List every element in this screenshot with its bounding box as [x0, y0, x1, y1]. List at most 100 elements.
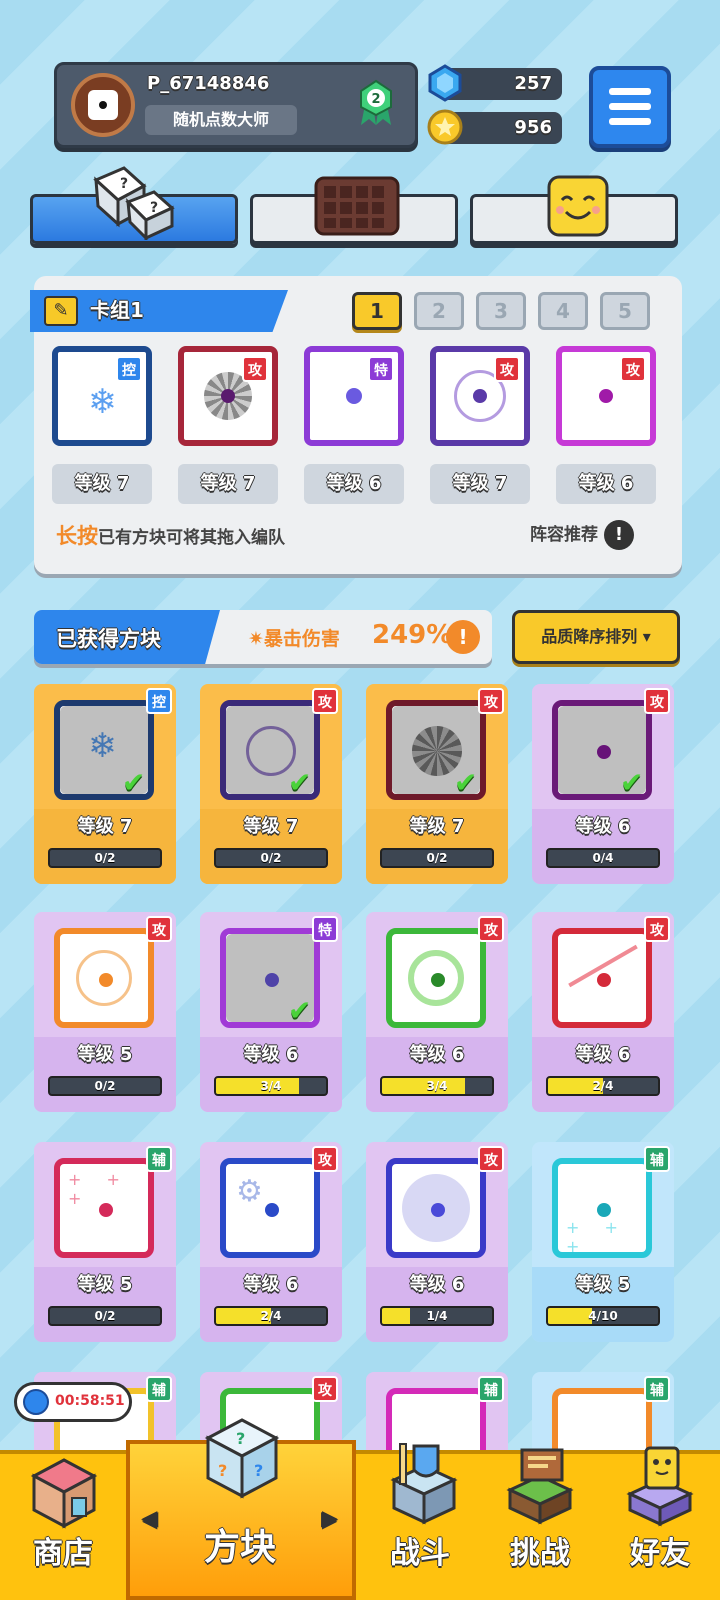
- block-face: + + +: [552, 1158, 652, 1258]
- deck-slot-4[interactable]: 4: [538, 292, 588, 330]
- pip: [473, 389, 487, 403]
- profile-panel[interactable]: P_67148846 随机点数大师 2: [54, 62, 418, 148]
- deck-slot-5[interactable]: 5: [600, 292, 650, 330]
- block-face: ⚙: [220, 1158, 320, 1258]
- progress-text: 0/2: [426, 851, 448, 865]
- recommend-button[interactable]: 阵容推荐 !: [530, 520, 634, 550]
- gem-icon: [428, 64, 462, 102]
- block-card[interactable]: 攻 等级 6 1/4: [366, 1142, 508, 1342]
- deck-slot-3[interactable]: 3: [476, 292, 526, 330]
- attack-tag: 攻: [242, 356, 268, 382]
- progress-text: 3/4: [260, 1079, 282, 1093]
- deck-slot-2[interactable]: 2: [414, 292, 464, 330]
- menu-icon: [609, 88, 651, 95]
- sort-button[interactable]: 品质降序排列 ▾: [512, 610, 680, 664]
- gems-value: 257: [514, 73, 552, 94]
- pip: [431, 1203, 445, 1217]
- block-card[interactable]: + + + 辅 等级 5 0/2: [34, 1142, 176, 1342]
- block-card[interactable]: 攻 等级 6 3/4: [366, 912, 508, 1112]
- deck-card-5[interactable]: 攻: [556, 346, 656, 446]
- upgrade-progress: 0/2: [48, 848, 162, 868]
- nav-challenge-label: 挑战: [510, 1536, 570, 1571]
- block-card[interactable]: ✔ 特 等级 6 3/4: [200, 912, 342, 1112]
- block-card[interactable]: ❄ ✔ 控 等级 7 0/2: [34, 684, 176, 884]
- deck-card-3[interactable]: 特: [304, 346, 404, 446]
- plus-pattern-icon: + + +: [566, 1218, 628, 1256]
- upgrade-progress: 3/4: [380, 1076, 494, 1096]
- support-tag: 辅: [644, 1146, 670, 1172]
- attack-tag: 攻: [478, 688, 504, 714]
- shop-icon: [30, 1458, 98, 1529]
- progress-text: 3/4: [426, 1079, 448, 1093]
- coin-icon: [427, 109, 463, 145]
- menu-button[interactable]: [589, 66, 671, 148]
- deck-card-2-level: 等级 7: [178, 464, 278, 504]
- nav-next-arrow[interactable]: ▶: [322, 1506, 337, 1530]
- block-card[interactable]: ✔ 攻 等级 7 0/2: [200, 684, 342, 884]
- equipped-check-icon: ✔: [454, 766, 478, 799]
- progress-text: 0/2: [260, 851, 282, 865]
- deck-slot-1[interactable]: 1: [352, 292, 402, 330]
- attack-tag: 攻: [494, 356, 520, 382]
- nav-friends[interactable]: 好友: [600, 1440, 720, 1590]
- block-card[interactable]: 攻 等级 5 0/2: [34, 912, 176, 1112]
- nav-blocks[interactable]: ? ? ? 方块: [150, 1418, 330, 1590]
- special-tag: 特: [312, 916, 338, 942]
- progress-text: 2/4: [592, 1079, 614, 1093]
- deck-card-2[interactable]: 攻: [178, 346, 278, 446]
- deck-card-4-level: 等级 7: [430, 464, 530, 504]
- hint-key: 长按: [56, 524, 98, 548]
- coins-counter[interactable]: 956: [427, 109, 562, 145]
- deck-name: 卡组1: [90, 298, 144, 322]
- attack-tag: 攻: [312, 688, 338, 714]
- gems-counter[interactable]: 257: [428, 64, 562, 102]
- crit-label: ✷暴击伤害: [248, 628, 340, 650]
- nav-challenge[interactable]: 挑战: [480, 1440, 600, 1590]
- deck-card-4[interactable]: 攻: [430, 346, 530, 446]
- info-icon[interactable]: !: [603, 520, 634, 550]
- recommend-label: 阵容推荐: [530, 525, 598, 545]
- block-level: 等级 7: [77, 816, 133, 837]
- event-timer[interactable]: 00:58:51: [14, 1382, 132, 1422]
- block-level: 等级 6: [243, 1274, 299, 1295]
- block-face: + + +: [54, 1158, 154, 1258]
- upgrade-progress: 0/2: [214, 848, 328, 868]
- pip: [597, 973, 611, 987]
- deck-card-1[interactable]: ❄ 控: [52, 346, 152, 446]
- nav-battle[interactable]: 战斗: [360, 1440, 480, 1590]
- pip: [99, 1203, 113, 1217]
- upgrade-progress: 0/2: [48, 1306, 162, 1326]
- upgrade-progress: 1/4: [380, 1306, 494, 1326]
- block-card[interactable]: ⚙ 攻 等级 6 2/4: [200, 1142, 342, 1342]
- special-pip-icon: [346, 388, 362, 404]
- deck-panel: ✎ 卡组1 1 2 3 4 5 ❄ 控 攻 特 攻 攻 等级 7 等级 7 等级…: [30, 276, 682, 574]
- block-card[interactable]: + + + 辅 等级 5 4/10: [532, 1142, 674, 1342]
- avatar[interactable]: [71, 73, 135, 137]
- upgrade-progress: 2/4: [546, 1076, 660, 1096]
- support-tag: 辅: [644, 1376, 670, 1402]
- block-card[interactable]: ✔ 攻 等级 6 0/4: [532, 684, 674, 884]
- crit-value: 249%: [372, 620, 453, 650]
- block-level: 等级 6: [409, 1044, 465, 1065]
- snowflake-icon: ❄: [88, 382, 117, 422]
- block-card[interactable]: ✔ 攻 等级 7 0/2: [366, 684, 508, 884]
- block-level: 等级 6: [243, 1044, 299, 1065]
- stopwatch-icon: [23, 1389, 49, 1415]
- svg-text:?: ?: [254, 1461, 263, 1480]
- attack-tag: 攻: [620, 356, 646, 382]
- support-tag: 辅: [478, 1376, 504, 1402]
- gear-icon: ⚙: [236, 1174, 263, 1209]
- upgrade-progress: 2/4: [214, 1306, 328, 1326]
- nav-shop-label: 商店: [33, 1536, 93, 1571]
- equipped-check-icon: ✔: [288, 994, 312, 1027]
- svg-text:?: ?: [150, 200, 158, 216]
- nav-shop[interactable]: 商店: [0, 1440, 126, 1590]
- svg-text:?: ?: [218, 1461, 227, 1480]
- smiley-tab-icon: [547, 175, 609, 237]
- edit-pencil-icon[interactable]: ✎: [44, 296, 78, 326]
- pip: [597, 1203, 611, 1217]
- block-card[interactable]: 攻 等级 6 2/4: [532, 912, 674, 1112]
- crit-info-icon[interactable]: !: [446, 620, 480, 654]
- attack-tag: 攻: [478, 1146, 504, 1172]
- pip: [431, 973, 445, 987]
